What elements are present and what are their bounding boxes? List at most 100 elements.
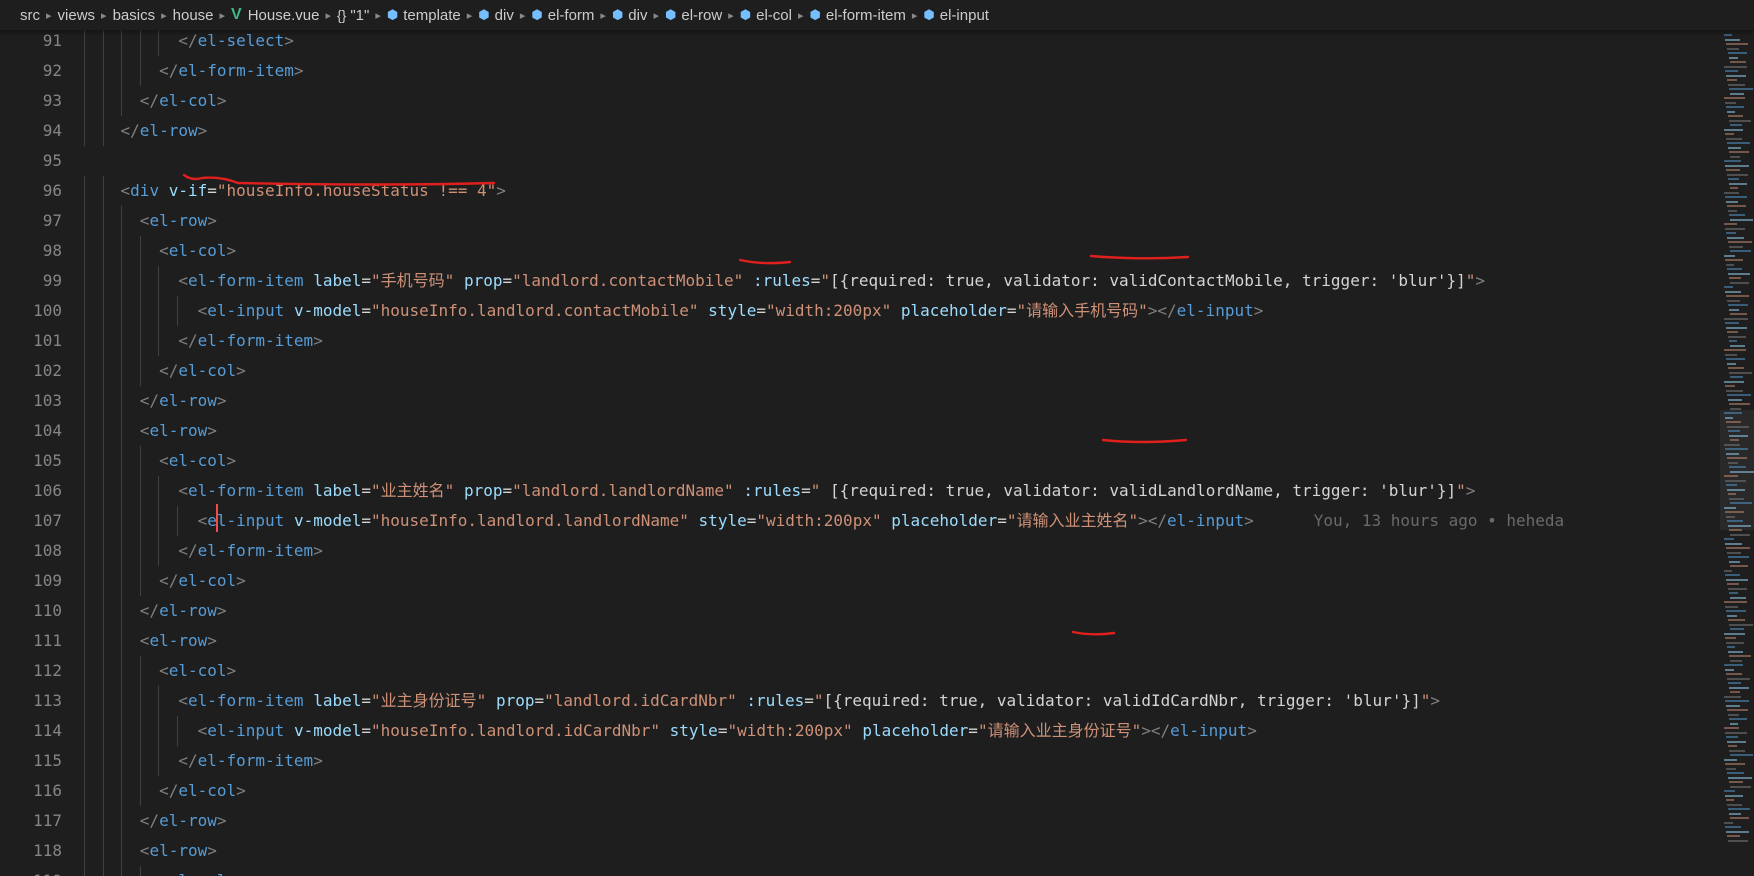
breadcrumb-item[interactable]: basics	[113, 7, 156, 24]
code-token: >	[496, 181, 506, 200]
minimap-line	[1727, 551, 1741, 554]
code-token: "业主姓名"	[371, 481, 455, 500]
code-token: el-row	[149, 211, 208, 230]
code-token: >	[313, 331, 323, 350]
code-token: >	[236, 361, 246, 380]
cube-icon: ⬢	[665, 7, 677, 22]
chevron-right-icon: ▸	[375, 9, 381, 22]
code-editor[interactable]: 91 </el-select> 92 </el-form-item> 93 </el…	[0, 30, 1718, 876]
minimap-line	[1725, 448, 1748, 450]
code-token: <	[139, 211, 150, 230]
minimap-line	[1728, 335, 1746, 338]
code-token: =	[997, 511, 1007, 530]
breadcrumb-item[interactable]: ⬢ el-col	[740, 7, 792, 24]
minimap-line	[1728, 808, 1750, 810]
code-token: v-model	[293, 721, 362, 740]
minimap-line	[1730, 281, 1749, 284]
line-number: 110	[33, 601, 62, 620]
breadcrumb-item[interactable]: ⬢ template	[387, 7, 461, 24]
minimap-line	[1726, 704, 1740, 707]
code-token: prop	[463, 481, 503, 500]
minimap-line	[1724, 790, 1735, 792]
minimap-line	[1724, 97, 1745, 99]
breadcrumb-item[interactable]: V House.vue	[231, 6, 319, 24]
code-token: "landlord.idCardNbr"	[544, 691, 737, 710]
minimap-line	[1725, 479, 1746, 482]
breadcrumb-item[interactable]: ⬢ div	[478, 7, 514, 24]
minimap-line	[1725, 101, 1736, 104]
code-token: =	[361, 721, 372, 740]
code-token: >	[1253, 301, 1264, 320]
line-number: 109	[33, 571, 62, 590]
minimap-line	[1727, 142, 1750, 144]
minimap-line	[1727, 79, 1737, 81]
code-token: >	[236, 781, 246, 800]
minimap-line	[1728, 430, 1740, 432]
code-token: "width:200px"	[756, 511, 882, 530]
code-token: </	[159, 781, 179, 800]
breadcrumb-item[interactable]: ⬢ el-form-item	[810, 7, 906, 24]
code-token: "landlord.landlordName"	[512, 481, 734, 500]
code-token: el-row	[149, 631, 208, 650]
code-token: "请输入业主身份证号"	[977, 721, 1142, 740]
code-token: </	[159, 361, 179, 380]
code-token: el-col	[178, 571, 237, 590]
chevron-right-icon: ▸	[101, 9, 107, 22]
code-token: >	[1247, 721, 1257, 740]
code-token: ></	[1138, 511, 1168, 530]
breadcrumb-item[interactable]: house	[173, 7, 214, 24]
code-line: 102 </el-col>	[0, 356, 1718, 386]
code-line: 103 </el-row>	[0, 386, 1718, 416]
minimap-line	[1728, 209, 1737, 212]
code-text: <el-col>	[82, 656, 236, 686]
minimap-line	[1730, 155, 1740, 158]
minimap-line	[1728, 304, 1748, 306]
breadcrumb-item[interactable]: ⬢ el-form	[531, 7, 594, 24]
code-token: <	[159, 871, 169, 876]
code-token: "	[1420, 691, 1431, 710]
code-text: </el-row>	[82, 116, 208, 146]
code-token: v-model	[293, 511, 362, 530]
breadcrumb-item[interactable]: views	[58, 7, 96, 24]
cube-icon: ⬢	[531, 7, 543, 22]
code-line: 104 <el-row>	[0, 416, 1718, 446]
code-token: >	[226, 241, 237, 260]
code-token: "houseInfo.landlord.landlordName"	[371, 511, 689, 530]
code-token: <	[159, 451, 169, 470]
git-blame-annotation: You, 13 hours ago • heheda	[1313, 511, 1565, 530]
minimap[interactable]	[1720, 30, 1754, 876]
minimap-line	[1730, 596, 1746, 599]
line-number: 91	[42, 31, 62, 50]
line-number: 117	[33, 811, 62, 830]
minimap-line	[1728, 839, 1748, 842]
code-token: el-form-item	[187, 271, 304, 290]
code-token: el-form-item	[178, 61, 294, 80]
breadcrumb-item[interactable]: {} "1"	[337, 7, 369, 24]
code-line: 97 <el-row>	[0, 206, 1718, 236]
minimap-line	[1725, 196, 1747, 198]
code-line: 108 </el-form-item>	[0, 536, 1718, 566]
minimap-line	[1727, 394, 1751, 396]
minimap-line	[1725, 416, 1733, 419]
code-line: 117 </el-row>	[0, 806, 1718, 836]
code-token: placeholder	[891, 511, 998, 530]
breadcrumb-item[interactable]: ⬢ el-input	[923, 7, 989, 24]
minimap-line	[1729, 403, 1750, 405]
minimap-line	[1725, 385, 1735, 387]
line-number: 113	[33, 691, 62, 710]
minimap-line	[1730, 565, 1748, 567]
minimap-line	[1728, 146, 1741, 149]
minimap-line	[1729, 529, 1742, 531]
code-text: <el-row>	[82, 416, 217, 446]
breadcrumb-item[interactable]: ⬢ el-row	[665, 7, 722, 24]
minimap-line	[1730, 533, 1750, 536]
minimap-line	[1725, 38, 1740, 41]
minimap-line	[1730, 817, 1749, 819]
code-text: <el-col>	[82, 866, 236, 876]
breadcrumb-item[interactable]: ⬢ div	[612, 7, 648, 24]
breadcrumb-item[interactable]: src	[20, 7, 40, 24]
code-text: <el-form-item label="手机号码" prop="landlor…	[82, 266, 1485, 296]
